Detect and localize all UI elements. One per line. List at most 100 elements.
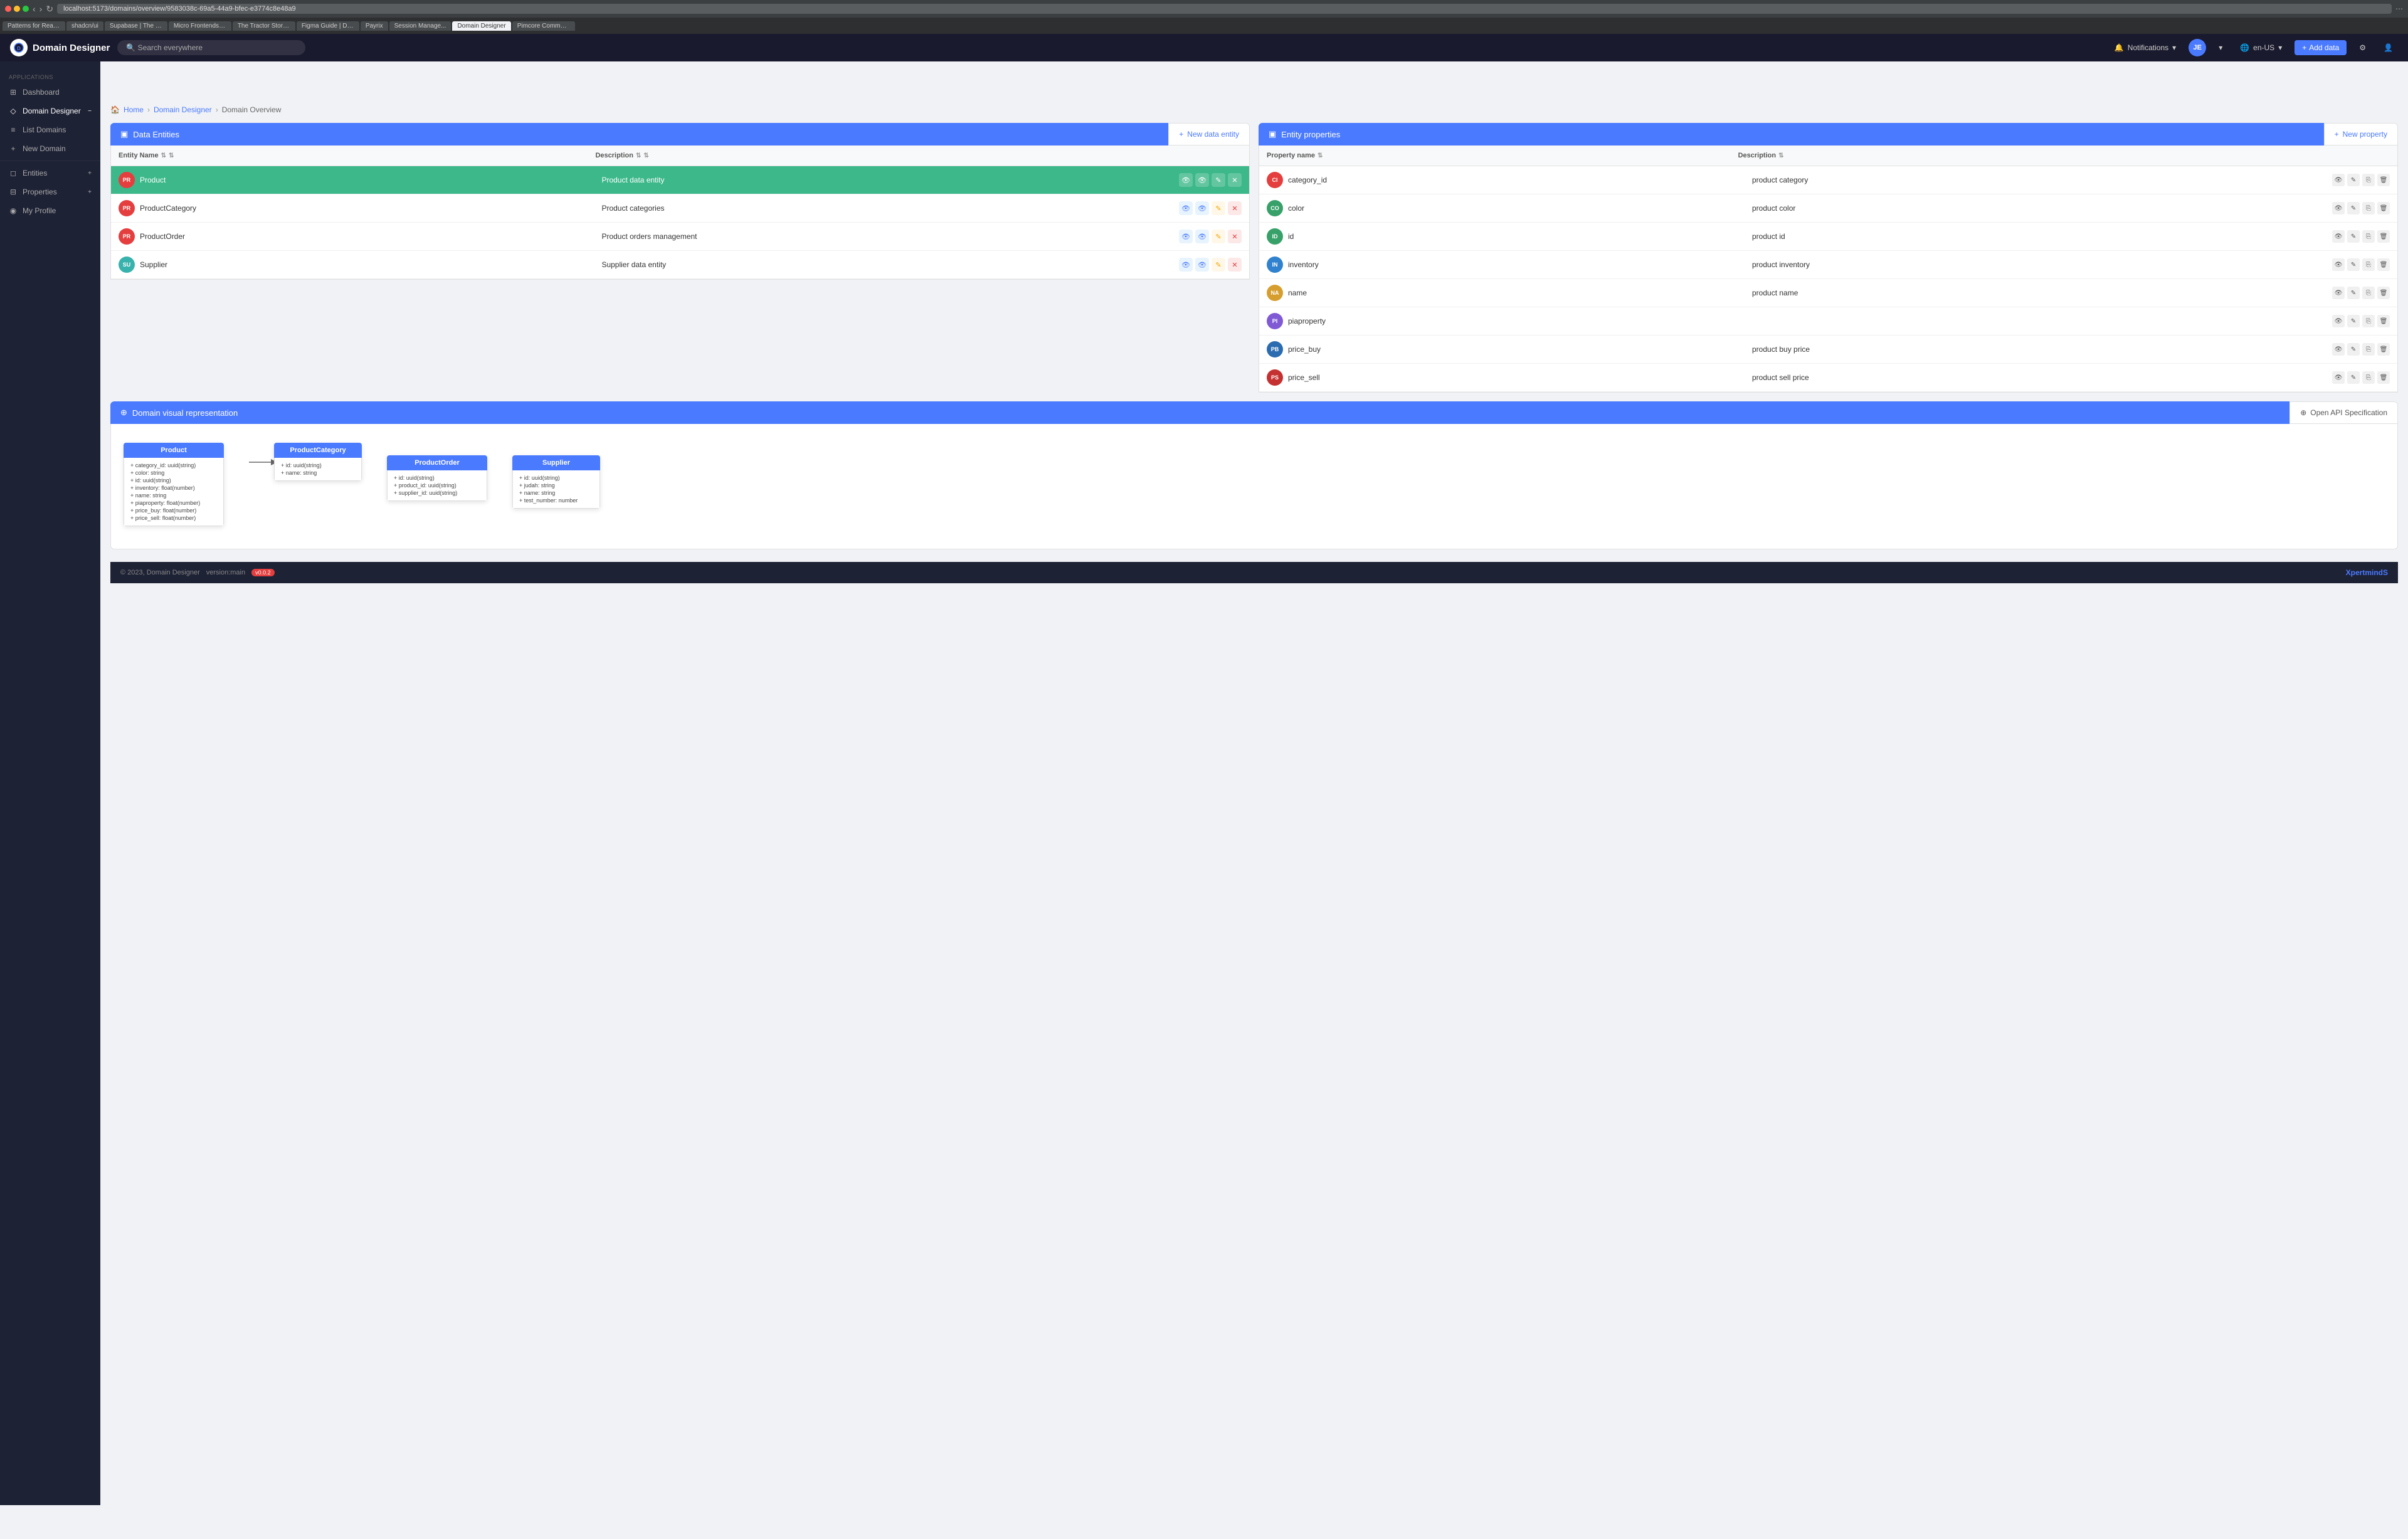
in-copy-btn[interactable]: ⎘ bbox=[2362, 258, 2375, 271]
notifications-button[interactable]: 🔔 Notifications ▾ bbox=[2110, 41, 2181, 55]
sidebar-item-my-profile[interactable]: ◉ My Profile bbox=[0, 201, 100, 220]
user-menu-button[interactable]: ▾ bbox=[2214, 41, 2227, 55]
sort-icon-prop-desc[interactable]: ⇅ bbox=[1778, 152, 1783, 159]
pb-delete-btn[interactable]: 🗑 bbox=[2377, 343, 2390, 356]
sidebar-item-list-domains[interactable]: ≡ List Domains bbox=[0, 120, 100, 139]
supplier-delete-btn[interactable]: ✕ bbox=[1228, 258, 1242, 272]
in-view-btn[interactable]: 👁 bbox=[2332, 258, 2345, 271]
pb-copy-btn[interactable]: ⎘ bbox=[2362, 343, 2375, 356]
co-copy-btn[interactable]: ⎘ bbox=[2362, 202, 2375, 214]
supplier-view2-btn[interactable]: 👁 bbox=[1195, 258, 1209, 272]
productcategory-view-btn[interactable]: 👁 bbox=[1179, 201, 1193, 215]
sidebar-item-properties[interactable]: ⊟ Properties + bbox=[0, 182, 100, 201]
maximize-dot[interactable] bbox=[23, 6, 29, 12]
product-view-btn[interactable]: 👁 bbox=[1179, 173, 1193, 187]
ci-copy-btn[interactable]: ⎘ bbox=[2362, 174, 2375, 186]
entity-row-productcategory[interactable]: PR ProductCategory Product categories 👁 … bbox=[111, 194, 1249, 223]
search-bar[interactable]: 🔍 Search everywhere bbox=[117, 40, 305, 55]
pb-edit-btn[interactable]: ✎ bbox=[2347, 343, 2360, 356]
entity-row-productorder[interactable]: PR ProductOrder Product orders managemen… bbox=[111, 223, 1249, 251]
tab-patterns[interactable]: Patterns for React... bbox=[3, 21, 65, 31]
productorder-delete-btn[interactable]: ✕ bbox=[1228, 230, 1242, 243]
new-entity-button[interactable]: + New data entity bbox=[1168, 123, 1250, 145]
filter-icon-desc[interactable]: ⇅ bbox=[643, 152, 648, 159]
product-delete-btn[interactable]: ✕ bbox=[1228, 173, 1242, 187]
ps-view-btn[interactable]: 👁 bbox=[2332, 371, 2345, 384]
tab-supabase[interactable]: Supabase | The O... bbox=[105, 21, 167, 31]
id-copy-btn[interactable]: ⎘ bbox=[2362, 230, 2375, 243]
tab-micro[interactable]: Micro Frontends -... bbox=[169, 21, 231, 31]
tab-session[interactable]: Session Manage... bbox=[389, 21, 452, 31]
sort-icon-name[interactable]: ⇅ bbox=[161, 152, 166, 159]
sort-icon-desc[interactable]: ⇅ bbox=[636, 152, 641, 159]
pi-edit-btn[interactable]: ✎ bbox=[2347, 315, 2360, 327]
properties-expand-icon[interactable]: + bbox=[88, 189, 92, 196]
na-copy-btn[interactable]: ⎘ bbox=[2362, 287, 2375, 299]
productcategory-view2-btn[interactable]: 👁 bbox=[1195, 201, 1209, 215]
in-delete-btn[interactable]: 🗑 bbox=[2377, 258, 2390, 271]
breadcrumb-home[interactable]: Home bbox=[124, 105, 144, 114]
ci-delete-btn[interactable]: 🗑 bbox=[2377, 174, 2390, 186]
tab-shadcn[interactable]: shadcn/ui bbox=[66, 21, 103, 31]
sort-icon-prop-name[interactable]: ⇅ bbox=[1318, 152, 1323, 159]
sidebar-item-domain-designer[interactable]: ◇ Domain Designer − bbox=[0, 102, 100, 120]
entity-row-product[interactable]: PR Product Product data entity 👁 👁 ✎ ✕ bbox=[111, 166, 1249, 194]
product-view2-btn[interactable]: 👁 bbox=[1195, 173, 1209, 187]
productorder-edit-btn[interactable]: ✎ bbox=[1212, 230, 1225, 243]
co-delete-btn[interactable]: 🗑 bbox=[2377, 202, 2390, 214]
prop-row-color[interactable]: CO color product color 👁 ✎ ⎘ 🗑 bbox=[1259, 194, 2397, 223]
tab-tractor[interactable]: The Tractor Store... bbox=[233, 21, 295, 31]
id-view-btn[interactable]: 👁 bbox=[2332, 230, 2345, 243]
ps-copy-btn[interactable]: ⎘ bbox=[2362, 371, 2375, 384]
tab-current[interactable]: Domain Designer bbox=[452, 21, 510, 31]
prop-row-category-id[interactable]: CI category_id product category 👁 ✎ ⎘ 🗑 bbox=[1259, 166, 2397, 194]
ps-edit-btn[interactable]: ✎ bbox=[2347, 371, 2360, 384]
reload-button[interactable]: ↻ bbox=[46, 4, 53, 14]
prop-row-inventory[interactable]: IN inventory product inventory 👁 ✎ ⎘ 🗑 bbox=[1259, 251, 2397, 279]
supplier-view-btn[interactable]: 👁 bbox=[1179, 258, 1193, 272]
id-delete-btn[interactable]: 🗑 bbox=[2377, 230, 2390, 243]
minimize-dot[interactable] bbox=[14, 6, 20, 12]
id-edit-btn[interactable]: ✎ bbox=[2347, 230, 2360, 243]
tab-payrix[interactable]: Payrix bbox=[361, 21, 388, 31]
na-delete-btn[interactable]: 🗑 bbox=[2377, 287, 2390, 299]
prop-row-id[interactable]: ID id product id 👁 ✎ ⎘ 🗑 bbox=[1259, 223, 2397, 251]
close-dot[interactable] bbox=[5, 6, 11, 12]
ci-edit-btn[interactable]: ✎ bbox=[2347, 174, 2360, 186]
productcategory-edit-btn[interactable]: ✎ bbox=[1212, 201, 1225, 215]
pb-view-btn[interactable]: 👁 bbox=[2332, 343, 2345, 356]
ci-view-btn[interactable]: 👁 bbox=[2332, 174, 2345, 186]
forward-button[interactable]: › bbox=[40, 4, 43, 14]
breadcrumb-domain-designer[interactable]: Domain Designer bbox=[154, 105, 212, 114]
prop-row-name[interactable]: NA name product name 👁 ✎ ⎘ 🗑 bbox=[1259, 279, 2397, 307]
collapse-icon[interactable]: − bbox=[88, 108, 92, 115]
co-view-btn[interactable]: 👁 bbox=[2332, 202, 2345, 214]
in-edit-btn[interactable]: ✎ bbox=[2347, 258, 2360, 271]
new-property-button[interactable]: + New property bbox=[2324, 123, 2398, 145]
sidebar-item-entities[interactable]: ◻ Entities + bbox=[0, 164, 100, 182]
add-data-button[interactable]: + Add data bbox=[2294, 40, 2347, 55]
prop-row-price-sell[interactable]: PS price_sell product sell price 👁 ✎ ⎘ 🗑 bbox=[1259, 364, 2397, 392]
productorder-view2-btn[interactable]: 👁 bbox=[1195, 230, 1209, 243]
productcategory-delete-btn[interactable]: ✕ bbox=[1228, 201, 1242, 215]
co-edit-btn[interactable]: ✎ bbox=[2347, 202, 2360, 214]
filter-icon-name[interactable]: ⇅ bbox=[169, 152, 174, 159]
language-selector[interactable]: 🌐 en-US ▾ bbox=[2235, 41, 2287, 55]
prop-row-price-buy[interactable]: PB price_buy product buy price 👁 ✎ ⎘ 🗑 bbox=[1259, 336, 2397, 364]
open-api-button[interactable]: ⊕ Open API Specification bbox=[2289, 401, 2398, 424]
prop-row-piaproperty[interactable]: PI piaproperty 👁 ✎ ⎘ 🗑 bbox=[1259, 307, 2397, 336]
pi-delete-btn[interactable]: 🗑 bbox=[2377, 315, 2390, 327]
tab-figma[interactable]: Figma Guide | Die... bbox=[297, 21, 359, 31]
sidebar-item-new-domain[interactable]: + New Domain bbox=[0, 139, 100, 158]
entity-row-supplier[interactable]: SU Supplier Supplier data entity 👁 👁 ✎ ✕ bbox=[111, 251, 1249, 279]
entities-expand-icon[interactable]: + bbox=[88, 170, 92, 177]
na-edit-btn[interactable]: ✎ bbox=[2347, 287, 2360, 299]
sidebar-item-dashboard[interactable]: ⊞ Dashboard bbox=[0, 83, 100, 102]
ps-delete-btn[interactable]: 🗑 bbox=[2377, 371, 2390, 384]
tab-pimcore[interactable]: Pimcore Commun... bbox=[512, 21, 575, 31]
settings-button[interactable]: ⚙ bbox=[2354, 41, 2371, 55]
pi-copy-btn[interactable]: ⎘ bbox=[2362, 315, 2375, 327]
user-avatar[interactable]: JE bbox=[2189, 39, 2206, 56]
productorder-view-btn[interactable]: 👁 bbox=[1179, 230, 1193, 243]
supplier-edit-btn[interactable]: ✎ bbox=[1212, 258, 1225, 272]
